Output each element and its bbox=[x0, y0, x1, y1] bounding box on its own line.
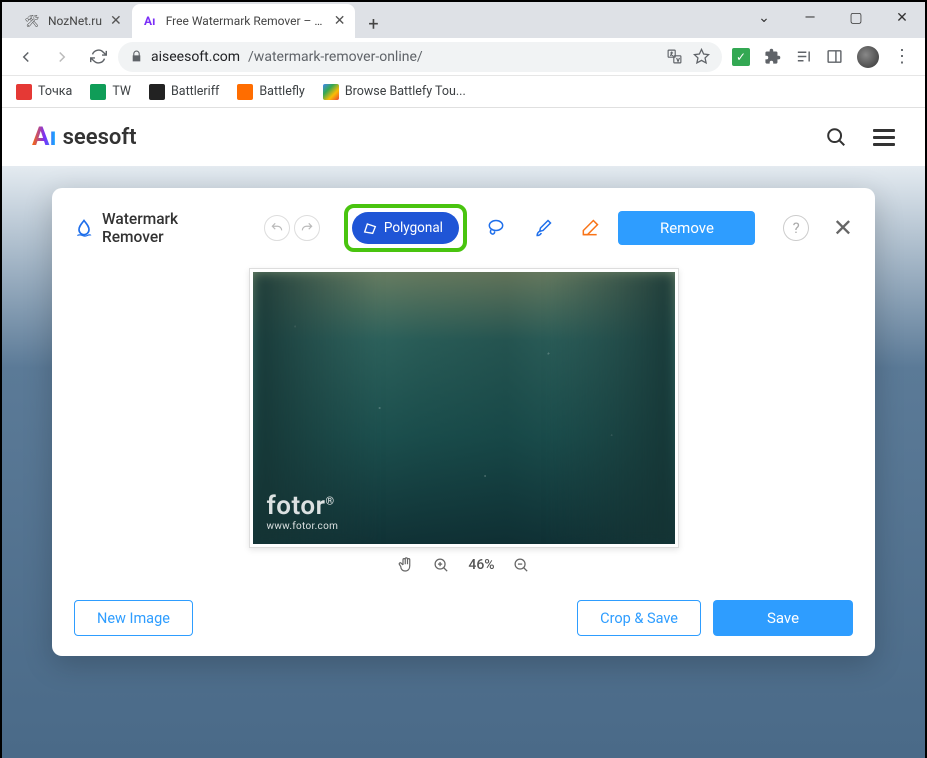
remove-label: Remove bbox=[660, 219, 714, 237]
bookmarks-bar: Точка TW Battleriff Battlefly Browse Bat… bbox=[2, 76, 925, 108]
crop-save-button[interactable]: Crop & Save bbox=[577, 600, 701, 636]
zoom-controls: 46% bbox=[74, 556, 853, 574]
bookmark-tw[interactable]: TW bbox=[90, 84, 131, 100]
editor-toolbar: Watermark Remover Polygonal bbox=[74, 206, 853, 250]
remove-button[interactable]: Remove bbox=[618, 211, 755, 245]
bookmark-label: TW bbox=[112, 84, 131, 99]
water-drop-icon bbox=[74, 218, 94, 238]
brush-tool-button[interactable] bbox=[524, 212, 561, 244]
bookmark-battleriff[interactable]: Battleriff bbox=[149, 84, 219, 100]
header-actions bbox=[825, 126, 895, 148]
back-button[interactable] bbox=[10, 41, 42, 73]
bookmark-label: Точка bbox=[38, 84, 72, 99]
zoom-in-button[interactable] bbox=[433, 557, 450, 574]
minimize-button[interactable]: — bbox=[787, 2, 833, 34]
url-path: /watermark-remover-online/ bbox=[248, 49, 423, 65]
hamburger-menu-icon[interactable] bbox=[873, 129, 895, 146]
eraser-tool-button[interactable] bbox=[571, 212, 608, 244]
reload-button[interactable] bbox=[82, 41, 114, 73]
zoom-out-button[interactable] bbox=[513, 557, 530, 574]
undo-redo-group bbox=[264, 215, 320, 241]
polygonal-tool-button[interactable]: Polygonal bbox=[352, 212, 459, 244]
bookmark-label: Battlefly bbox=[259, 84, 304, 99]
new-image-button[interactable]: New Image bbox=[74, 600, 193, 636]
address-bar-actions bbox=[666, 48, 710, 65]
logo-text: seesoft bbox=[63, 125, 137, 150]
site-header: Aıseesoft bbox=[2, 108, 925, 166]
url-bar[interactable]: aiseesoft.com/watermark-remover-online/ bbox=[118, 42, 722, 72]
new-image-label: New Image bbox=[97, 610, 170, 627]
pan-hand-icon[interactable] bbox=[397, 556, 415, 574]
crop-save-label: Crop & Save bbox=[600, 610, 678, 627]
loaded-image: fotor® www.fotor.com bbox=[253, 272, 675, 544]
undo-button[interactable] bbox=[264, 215, 290, 241]
bookmark-icon bbox=[90, 84, 106, 100]
checkmark-extension-icon[interactable]: ✓ bbox=[732, 48, 750, 66]
star-icon[interactable] bbox=[693, 48, 710, 65]
zoom-value: 46% bbox=[468, 557, 494, 573]
bookmark-label: Battleriff bbox=[171, 84, 219, 99]
bookmark-icon bbox=[237, 84, 253, 100]
window-titlebar: 🛠 NozNet.ru ✕ Aı Free Watermark Remover … bbox=[2, 2, 925, 38]
bookmark-battlefly[interactable]: Battlefly bbox=[237, 84, 304, 100]
browser-tabs: 🛠 NozNet.ru ✕ Aı Free Watermark Remover … bbox=[14, 4, 387, 38]
close-icon[interactable]: ✕ bbox=[110, 13, 122, 29]
close-icon[interactable]: ✕ bbox=[334, 13, 346, 29]
polygonal-label: Polygonal bbox=[384, 220, 443, 236]
app-title: Watermark Remover bbox=[74, 210, 240, 246]
watermark-brand: fotor bbox=[267, 491, 326, 521]
extension-icons: ✓ ⋮ bbox=[726, 46, 917, 68]
watermark-remover-modal: Watermark Remover Polygonal bbox=[52, 188, 875, 656]
chevron-down-icon[interactable]: ⌄ bbox=[741, 2, 787, 34]
browser-tab-noznet[interactable]: 🛠 NozNet.ru ✕ bbox=[14, 4, 132, 38]
lock-icon bbox=[130, 50, 143, 63]
wrench-icon: 🛠 bbox=[24, 13, 40, 29]
tab-title: NozNet.ru bbox=[48, 14, 102, 28]
url-domain: aiseesoft.com bbox=[151, 49, 240, 65]
window-controls: ⌄ — ▢ ✕ bbox=[741, 2, 925, 38]
maximize-button[interactable]: ▢ bbox=[833, 2, 879, 34]
bookmark-icon bbox=[323, 84, 339, 100]
new-tab-button[interactable]: + bbox=[359, 10, 387, 38]
lasso-tool-button[interactable] bbox=[477, 212, 514, 244]
profile-avatar[interactable] bbox=[857, 46, 879, 68]
site-logo[interactable]: Aıseesoft bbox=[32, 122, 137, 152]
extensions-puzzle-icon[interactable] bbox=[764, 48, 781, 65]
kebab-menu-icon[interactable]: ⋮ bbox=[893, 46, 911, 67]
aiseesoft-favicon-icon: Aı bbox=[142, 13, 158, 29]
watermark-url: www.fotor.com bbox=[267, 521, 339, 532]
close-modal-button[interactable]: ✕ bbox=[833, 214, 853, 242]
close-window-button[interactable]: ✕ bbox=[879, 2, 925, 34]
side-panel-icon[interactable] bbox=[826, 48, 843, 65]
save-button[interactable]: Save bbox=[713, 600, 853, 636]
address-bar-row: aiseesoft.com/watermark-remover-online/ … bbox=[2, 38, 925, 76]
browser-tab-watermark[interactable]: Aı Free Watermark Remover – Erase ✕ bbox=[132, 4, 356, 38]
image-watermark: fotor® www.fotor.com bbox=[267, 491, 339, 532]
modal-footer: New Image Crop & Save Save bbox=[74, 600, 853, 636]
help-button[interactable]: ? bbox=[783, 215, 808, 241]
reading-list-icon[interactable] bbox=[795, 48, 812, 65]
forward-button[interactable] bbox=[46, 41, 78, 73]
app-title-text: Watermark Remover bbox=[102, 210, 240, 246]
image-canvas[interactable]: fotor® www.fotor.com bbox=[249, 268, 679, 548]
polygonal-highlight: Polygonal bbox=[344, 204, 467, 252]
redo-button[interactable] bbox=[294, 215, 320, 241]
bookmark-battlefy[interactable]: Browse Battlefy Tou... bbox=[323, 84, 466, 100]
bookmark-icon bbox=[149, 84, 165, 100]
tab-title: Free Watermark Remover – Erase bbox=[166, 14, 326, 28]
translate-icon[interactable] bbox=[666, 48, 683, 65]
page-content: Aıseesoft Watermark Remover bbox=[2, 108, 925, 758]
bookmark-icon bbox=[16, 84, 32, 100]
bookmark-label: Browse Battlefy Tou... bbox=[345, 84, 466, 99]
logo-mark: Aı bbox=[32, 122, 57, 152]
search-icon[interactable] bbox=[825, 126, 847, 148]
bookmark-tochka[interactable]: Точка bbox=[16, 84, 72, 100]
save-label: Save bbox=[767, 609, 799, 627]
